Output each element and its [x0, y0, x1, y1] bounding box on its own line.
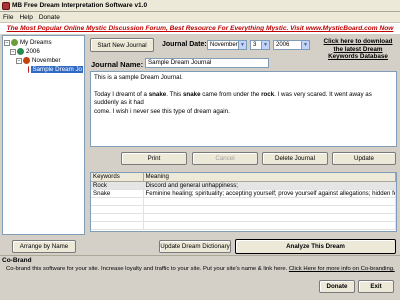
update-dream-dictionary-button[interactable]: Update Dream Dictionary [159, 240, 231, 253]
day-select[interactable]: 3 ▼ [250, 40, 270, 50]
year-icon [17, 48, 24, 55]
keywords-grid[interactable]: Keywords Meaning Rock Discord and genera… [90, 172, 397, 232]
dropdown-arrow-icon[interactable]: ▼ [301, 41, 309, 49]
year-select[interactable]: 2006 ▼ [273, 40, 310, 50]
cobrand-text: Co-brand this software for your site. In… [6, 266, 395, 272]
meaning-cell: Discord and general unhappiness; [143, 181, 396, 190]
start-new-journal-button[interactable]: Start New Journal [90, 38, 154, 52]
arrange-by-name-button[interactable]: Arrange by Name [12, 240, 76, 253]
tree-item-label: 2006 [26, 48, 40, 55]
journal-date-label: Journal Date: [162, 41, 207, 48]
month-select[interactable]: November ▼ [207, 40, 247, 50]
table-row-empty [91, 213, 396, 222]
journal-name-input[interactable]: Sample Dream Journal [145, 58, 269, 68]
column-header-meaning[interactable]: Meaning [143, 173, 396, 182]
journal-icon [28, 66, 30, 73]
keyword-cell: Rock [91, 181, 144, 190]
tree-item-journal[interactable]: Sample Dream Jo [4, 65, 83, 74]
table-row-empty [91, 221, 396, 230]
tree-item-label: My Dreams [20, 39, 52, 46]
dropdown-arrow-icon[interactable]: ▼ [261, 41, 269, 49]
grid-header: Keywords Meaning [91, 173, 396, 182]
year-value: 2006 [276, 42, 290, 48]
menu-help[interactable]: Help [16, 14, 35, 21]
journal-line-1: This is a sample Dream Journal. [94, 74, 183, 81]
month-value: November [210, 42, 238, 48]
app-icon [2, 1, 10, 10]
cobrand-description: Co-brand this software for your site. In… [6, 266, 288, 272]
donate-button[interactable]: Donate [319, 280, 355, 293]
table-row[interactable]: Rock Discord and general unhappiness; [91, 181, 396, 190]
analyze-dream-button[interactable]: Analyze This Dream [235, 239, 396, 254]
keyword-cell: Snake [91, 189, 144, 198]
collapse-icon[interactable]: − [10, 48, 16, 55]
tree-item-month[interactable]: − November [4, 56, 83, 65]
download-keywords-link[interactable]: Click here to download the latest Dream … [318, 38, 398, 61]
divider [0, 255, 400, 256]
month-icon [23, 57, 30, 64]
tree-item-label: Sample Dream Jo [31, 66, 83, 73]
journal-text-area[interactable]: This is a sample Dream Journal. Today I … [90, 71, 397, 147]
menu-donate[interactable]: Donate [36, 14, 63, 21]
folder-icon [11, 39, 18, 46]
cancel-button[interactable]: Cancel [192, 152, 258, 165]
meaning-cell: Feminine healing; spirituality; acceptin… [143, 189, 396, 198]
table-row-empty [91, 197, 396, 206]
collapse-icon[interactable]: − [16, 57, 22, 64]
print-button[interactable]: Print [121, 152, 187, 165]
exit-button[interactable]: Exit [358, 280, 394, 293]
journal-name-label: Journal Name: [91, 60, 144, 69]
journal-line-3: come. I wish i never see this type of dr… [94, 107, 230, 115]
tree-item-year[interactable]: − 2006 [4, 47, 83, 56]
collapse-icon[interactable]: − [4, 39, 10, 46]
promo-banner-link[interactable]: The Most Popular Online Mystic Discussio… [7, 25, 394, 32]
window-title: MB Free Dream Interpretation Software v1… [12, 2, 148, 9]
tree-item-label: November [32, 57, 61, 64]
table-row-empty [91, 205, 396, 214]
journal-paragraph: Today I dreamt of a snake. This snake ca… [94, 90, 372, 107]
dropdown-arrow-icon[interactable]: ▼ [238, 41, 246, 49]
delete-journal-button[interactable]: Delete Journal [262, 152, 328, 165]
cobrand-link[interactable]: Click Here for more info on Co-branding. [289, 266, 395, 272]
tree-item-my-dreams[interactable]: − My Dreams [4, 38, 83, 47]
dream-tree[interactable]: − My Dreams − 2006 − November Sample Dre… [2, 35, 85, 235]
menu-bar: File Help Donate [0, 12, 400, 23]
update-button[interactable]: Update [332, 152, 396, 165]
title-bar: MB Free Dream Interpretation Software v1… [0, 0, 400, 12]
table-row[interactable]: Snake Feminine healing; spirituality; ac… [91, 189, 396, 198]
column-header-keywords[interactable]: Keywords [91, 173, 144, 182]
promo-banner[interactable]: The Most Popular Online Mystic Discussio… [0, 23, 400, 34]
menu-file[interactable]: File [0, 14, 16, 21]
day-value: 3 [253, 42, 257, 48]
cobrand-title: Co-Brand [2, 257, 32, 264]
